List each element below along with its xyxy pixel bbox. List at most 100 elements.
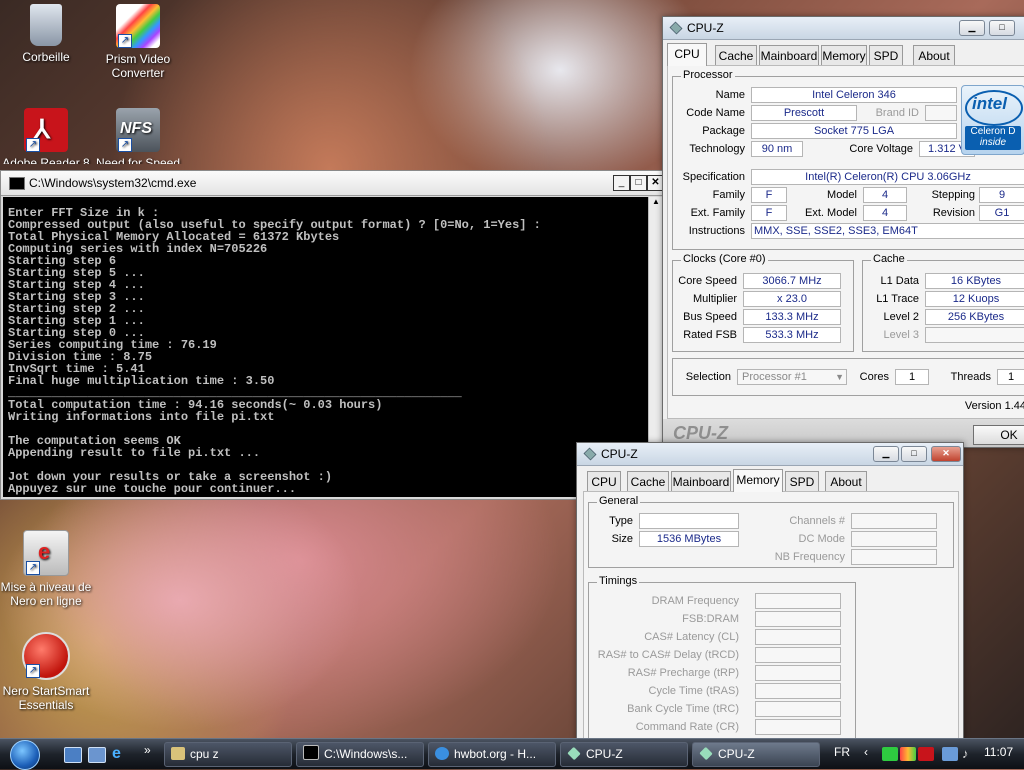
spec-value: Intel(R) Celeron(R) CPU 3.06GHz (751, 169, 1024, 185)
cpuz-cpu-window[interactable]: CPU-Z ▁ □ CPU Cache Mainboard Memory SPD… (662, 16, 1024, 448)
task-cpuz-2[interactable]: CPU-Z (692, 742, 820, 767)
desktop-icon-nfs[interactable]: NFS ↗ Need for Speed (90, 108, 186, 164)
multiplier-label: Multiplier (692, 293, 737, 305)
start-button[interactable] (6, 739, 48, 770)
task-cpu-z-folder[interactable]: cpu z (164, 742, 292, 767)
cmd-titlebar[interactable]: C:\Windows\system32\cmd.exe _ □ ✕ (1, 171, 664, 196)
level3-label: Level 3 (883, 329, 919, 341)
cores-label: Cores (859, 371, 889, 383)
tab-mainboard[interactable]: Mainboard (759, 45, 819, 66)
tab-mainboard[interactable]: Mainboard (671, 471, 731, 492)
clocks-group: Clocks (Core #0) Core Speed 3066.7 MHz M… (672, 253, 854, 352)
scroll-up-icon[interactable]: ▲ (649, 197, 663, 209)
timing-label: Cycle Time (tRAS) (648, 685, 739, 697)
revision-label: Revision (932, 207, 975, 219)
corespeed-value: 3066.7 MHz (743, 273, 841, 289)
desktop-icon-nero-update[interactable]: e ↗ Mise à niveau de Nero en ligne (0, 530, 94, 608)
desktop-icon-label: Prism Video Converter (105, 52, 171, 80)
processor-select[interactable]: Processor #1 ▼ (737, 369, 847, 385)
cmd-window[interactable]: C:\Windows\system32\cmd.exe _ □ ✕ Enter … (0, 170, 664, 500)
l1trace-value: 12 Kuops (925, 291, 1024, 307)
timing-value (755, 665, 841, 681)
task-hwbot[interactable]: hwbot.org - H... (428, 742, 556, 767)
channels-value (851, 513, 937, 529)
cmd-title: C:\Windows\system32\cmd.exe (29, 176, 197, 190)
tray-multicolor-icon[interactable] (900, 747, 916, 761)
cmd-console[interactable]: Enter FFT Size in k : Compressed output … (3, 197, 649, 497)
ok-button[interactable]: OK (973, 425, 1024, 445)
cpuz-tabs: CPU Cache Mainboard Memory SPD About (667, 43, 1024, 67)
switch-windows-icon[interactable] (88, 747, 106, 763)
windows-orb-icon (10, 740, 40, 770)
desktop-icon-nero-startsmart[interactable]: ↗ Nero StartSmart Essentials (0, 632, 94, 712)
cpuz-memory-window[interactable]: CPU-Z ▁ □ ✕ CPU Cache Mainboard Memory S… (576, 442, 964, 744)
codename-value: Prescott (751, 105, 857, 121)
model-value: 4 (863, 187, 907, 203)
timing-label: Command Rate (CR) (635, 721, 739, 733)
minimize-button[interactable]: _ (613, 175, 630, 191)
ratedfsb-value: 533.3 MHz (743, 327, 841, 343)
cpuz-titlebar[interactable]: CPU-Z ▁ □ (663, 17, 1024, 40)
desktop-icon-prism[interactable]: ↗ Prism Video Converter (90, 4, 186, 80)
quicklaunch-more-icon[interactable]: » (144, 743, 151, 757)
tab-memory[interactable]: Memory (821, 45, 867, 66)
ie-icon[interactable]: e (112, 746, 128, 762)
tray-volume-icon[interactable]: ♪ (962, 747, 978, 761)
tray-green-icon[interactable] (882, 747, 898, 761)
tab-cpu[interactable]: CPU (587, 471, 621, 492)
show-desktop-icon[interactable] (64, 747, 82, 763)
tab-about[interactable]: About (913, 45, 955, 66)
language-indicator[interactable]: FR (834, 745, 850, 759)
level2-value: 256 KBytes (925, 309, 1024, 325)
tab-cpu[interactable]: CPU (667, 43, 707, 66)
tab-cache[interactable]: Cache (715, 45, 757, 66)
task-label: C:\Windows\s... (324, 747, 408, 761)
tray-expand-icon[interactable]: ‹ (864, 745, 868, 759)
instructions-value: MMX, SSE, SSE2, SSE3, EM64T (751, 223, 1024, 239)
model-label: Model (827, 189, 857, 201)
threads-label: Threads (950, 371, 991, 383)
timing-label: CAS# Latency (CL) (644, 631, 739, 643)
threads-value: 1 (997, 369, 1024, 385)
minimize-button[interactable]: ▁ (959, 20, 985, 36)
close-button[interactable]: ✕ (931, 446, 961, 462)
nfs-icon: NFS ↗ (116, 108, 160, 152)
maximize-button[interactable]: □ (989, 20, 1015, 36)
timing-value (755, 701, 841, 717)
timing-value (755, 611, 841, 627)
tray-adobe-icon[interactable] (918, 747, 934, 761)
timing-label: Bank Cycle Time (tRC) (627, 703, 739, 715)
family-value: F (751, 187, 787, 203)
console-line: Appuyez sur une touche pour continuer... (8, 482, 297, 496)
minimize-button[interactable]: ▁ (873, 446, 899, 462)
desktop-icon-adobe-reader[interactable]: ⅄ ↗ Adobe Reader 8 (0, 108, 94, 164)
intel-celeron-logo: intel Celeron Dinside (961, 85, 1024, 155)
maximize-button[interactable]: □ (630, 175, 647, 191)
taskbar: e » cpu z C:\Windows\s... hwbot.org - H.… (0, 738, 1024, 770)
folder-icon (171, 747, 185, 760)
ratedfsb-label: Rated FSB (683, 329, 737, 341)
task-label: CPU-Z (586, 747, 623, 761)
clock[interactable]: 11:07 (984, 745, 1013, 759)
cpuz-memory-tabs: CPU Cache Mainboard Memory SPD About (581, 469, 961, 493)
timings-legend: Timings (597, 575, 640, 587)
desktop-icon-recycle-bin[interactable]: Corbeille (0, 4, 94, 64)
recycle-bin-icon (30, 4, 62, 46)
selection-group: Selection Processor #1 ▼ Cores 1 Threads… (672, 358, 1024, 396)
cpuz-memory-titlebar[interactable]: CPU-Z ▁ □ ✕ (577, 443, 963, 466)
timing-value (755, 719, 841, 735)
technology-label: Technology (689, 143, 745, 155)
tab-spd[interactable]: SPD (785, 471, 819, 492)
tab-cache[interactable]: Cache (627, 471, 669, 492)
task-label: cpu z (190, 747, 219, 761)
task-cmd[interactable]: C:\Windows\s... (296, 742, 424, 767)
tab-spd[interactable]: SPD (869, 45, 903, 66)
cpuz-icon (699, 746, 713, 761)
tab-memory[interactable]: Memory (733, 469, 783, 492)
type-value (639, 513, 739, 529)
type-label: Type (609, 515, 633, 527)
maximize-button[interactable]: □ (901, 446, 927, 462)
tab-about[interactable]: About (825, 471, 867, 492)
task-cpuz-1[interactable]: CPU-Z (560, 742, 688, 767)
tray-network-icon[interactable] (942, 747, 958, 761)
